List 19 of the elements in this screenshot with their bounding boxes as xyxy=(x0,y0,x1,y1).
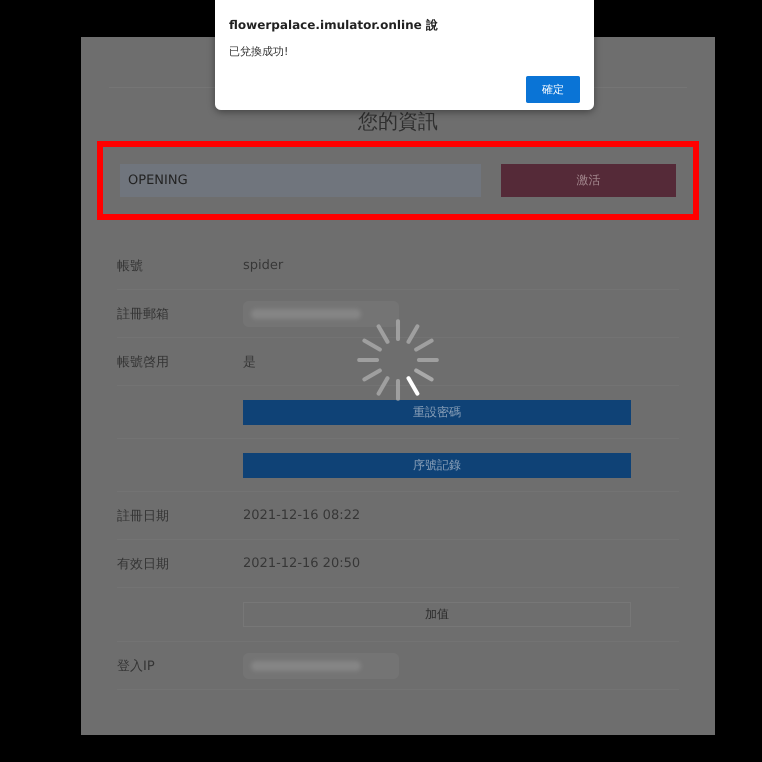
activate-button[interactable]: 激活 xyxy=(501,164,676,197)
dialog-message: 已兌換成功! xyxy=(229,44,290,59)
field-label: 帳號啓用 xyxy=(117,354,170,370)
field-value: spider xyxy=(243,258,284,273)
action-button[interactable]: 重設密碼 xyxy=(243,400,631,424)
field-label: 註冊郵箱 xyxy=(117,306,170,322)
field-value: 2021-12-16 20:50 xyxy=(243,556,360,571)
action-button[interactable]: 序號記錄 xyxy=(243,452,631,478)
action-button[interactable]: 加值 xyxy=(243,602,631,627)
dialog-title: flowerpalace.imulator.online 說 xyxy=(229,17,439,34)
field-label: 登入IP xyxy=(117,658,156,674)
field-label: 帳號 xyxy=(117,258,144,274)
field-value: 是 xyxy=(243,354,256,370)
field-label: 有效日期 xyxy=(117,556,170,572)
field-value: 2021-12-16 08:22 xyxy=(243,508,360,523)
field-label: 註冊日期 xyxy=(117,508,170,524)
page-heading: 您的資訊 xyxy=(357,108,439,135)
ok-button[interactable]: 確定 xyxy=(526,76,580,103)
code-field[interactable]: OPENING xyxy=(120,164,481,197)
